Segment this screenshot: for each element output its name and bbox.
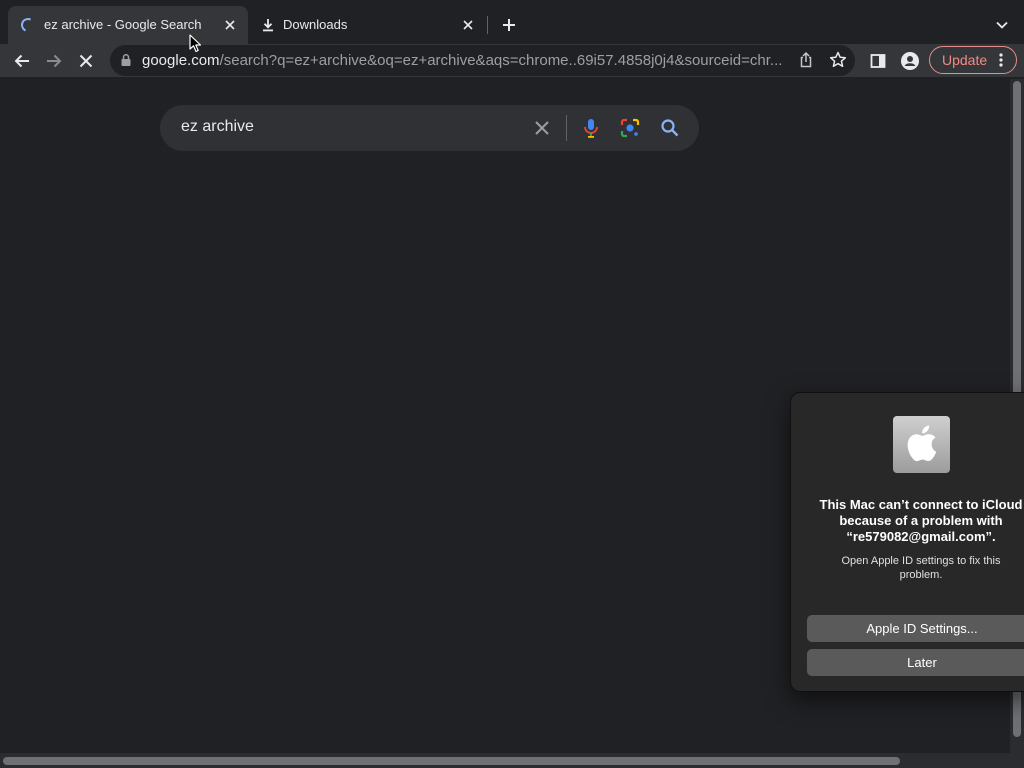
forward-arrow-icon[interactable]	[42, 49, 66, 73]
lock-icon[interactable]	[119, 53, 133, 67]
share-icon[interactable]	[797, 51, 815, 69]
alert-title-line: This Mac can’t connect to iCloud	[819, 497, 1023, 512]
tab-google-search[interactable]: ez archive - Google Search	[8, 6, 248, 44]
search-box[interactable]: ez archive	[160, 105, 699, 151]
tab-title: ez archive - Google Search	[44, 17, 202, 32]
apple-logo-icon	[893, 416, 950, 473]
apple-id-settings-button[interactable]: Apple ID Settings...	[807, 615, 1024, 642]
bookmark-star-icon[interactable]	[828, 50, 848, 70]
alert-message: Open Apple ID settings to fix this probl…	[841, 555, 1001, 581]
microphone-icon[interactable]	[579, 116, 603, 140]
icloud-alert-dialog: This Mac can’t connect to iCloud because…	[790, 392, 1024, 692]
search-icon[interactable]	[658, 116, 682, 140]
url-text[interactable]: google.com/search?q=ez+archive&oq=ez+arc…	[142, 52, 792, 69]
tab-downloads[interactable]: Downloads	[250, 6, 486, 44]
tab-strip: ez archive - Google Search Downloads	[0, 0, 1024, 44]
mouse-cursor-icon	[189, 34, 203, 54]
later-button[interactable]: Later	[807, 649, 1024, 676]
search-box-divider	[566, 115, 567, 141]
loading-spinner-icon	[19, 16, 37, 34]
alert-title: This Mac can’t connect to iCloud because…	[805, 497, 1024, 545]
back-arrow-icon[interactable]	[10, 49, 34, 73]
stop-loading-icon[interactable]	[74, 49, 98, 73]
alert-title-line: because of a problem with	[839, 513, 1003, 528]
horizontal-scroll-thumb[interactable]	[3, 757, 900, 765]
tab-separator	[487, 16, 488, 34]
address-bar[interactable]: google.com/search?q=ez+archive&oq=ez+arc…	[110, 45, 855, 76]
browser-toolbar: google.com/search?q=ez+archive&oq=ez+arc…	[0, 44, 1024, 78]
profile-avatar-icon[interactable]	[898, 49, 922, 73]
url-path: /search?q=ez+archive&oq=ez+archive&aqs=c…	[219, 52, 783, 69]
close-tab-icon[interactable]	[458, 15, 478, 35]
new-tab-icon[interactable]	[499, 15, 519, 35]
horizontal-scrollbar[interactable]	[0, 753, 1024, 768]
more-options-icon[interactable]	[994, 52, 1008, 68]
clear-search-icon[interactable]	[530, 116, 554, 140]
update-button[interactable]: Update	[929, 46, 1017, 74]
update-label: Update	[942, 52, 988, 68]
tab-title: Downloads	[283, 17, 348, 32]
google-lens-icon[interactable]	[618, 116, 642, 140]
download-icon	[260, 17, 276, 33]
alert-title-line: “re579082@gmail.com”.	[846, 529, 996, 544]
close-tab-icon[interactable]	[220, 15, 240, 35]
url-host: google.com	[142, 52, 220, 69]
chevron-down-icon[interactable]	[992, 15, 1012, 35]
search-input[interactable]: ez archive	[181, 118, 254, 136]
side-panel-icon[interactable]	[866, 49, 890, 73]
